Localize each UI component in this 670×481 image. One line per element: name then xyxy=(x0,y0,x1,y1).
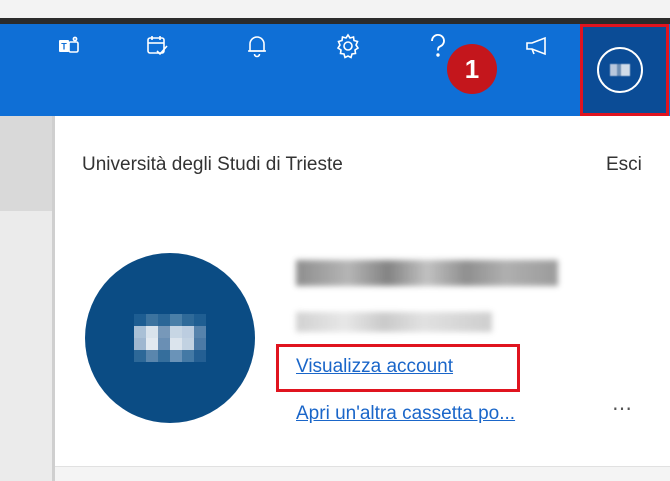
megaphone-icon[interactable] xyxy=(521,29,555,63)
more-options-button[interactable]: ⋯ xyxy=(612,396,635,421)
browser-top-strip xyxy=(0,0,670,18)
sign-out-link[interactable]: Esci xyxy=(606,154,642,176)
panel-bottom-area xyxy=(55,467,670,481)
teams-icon[interactable]: T xyxy=(52,29,86,63)
user-email-blurred xyxy=(296,312,492,332)
svg-text:T: T xyxy=(61,42,67,52)
profile-avatar xyxy=(85,253,255,423)
account-button-highlight xyxy=(580,24,669,116)
view-account-highlight xyxy=(276,344,520,392)
open-other-mailbox-link[interactable]: Apri un'altra cassetta po... xyxy=(296,403,515,425)
avatar-initials-blurred xyxy=(134,314,206,362)
user-display-name-blurred xyxy=(296,260,558,286)
bell-icon[interactable] xyxy=(240,29,274,63)
organization-name: Università degli Studi di Trieste xyxy=(82,154,343,175)
gear-icon[interactable] xyxy=(331,29,365,63)
calendar-check-icon[interactable] xyxy=(141,29,175,63)
step-number-badge: 1 xyxy=(447,44,497,94)
left-background-shade xyxy=(0,116,52,211)
